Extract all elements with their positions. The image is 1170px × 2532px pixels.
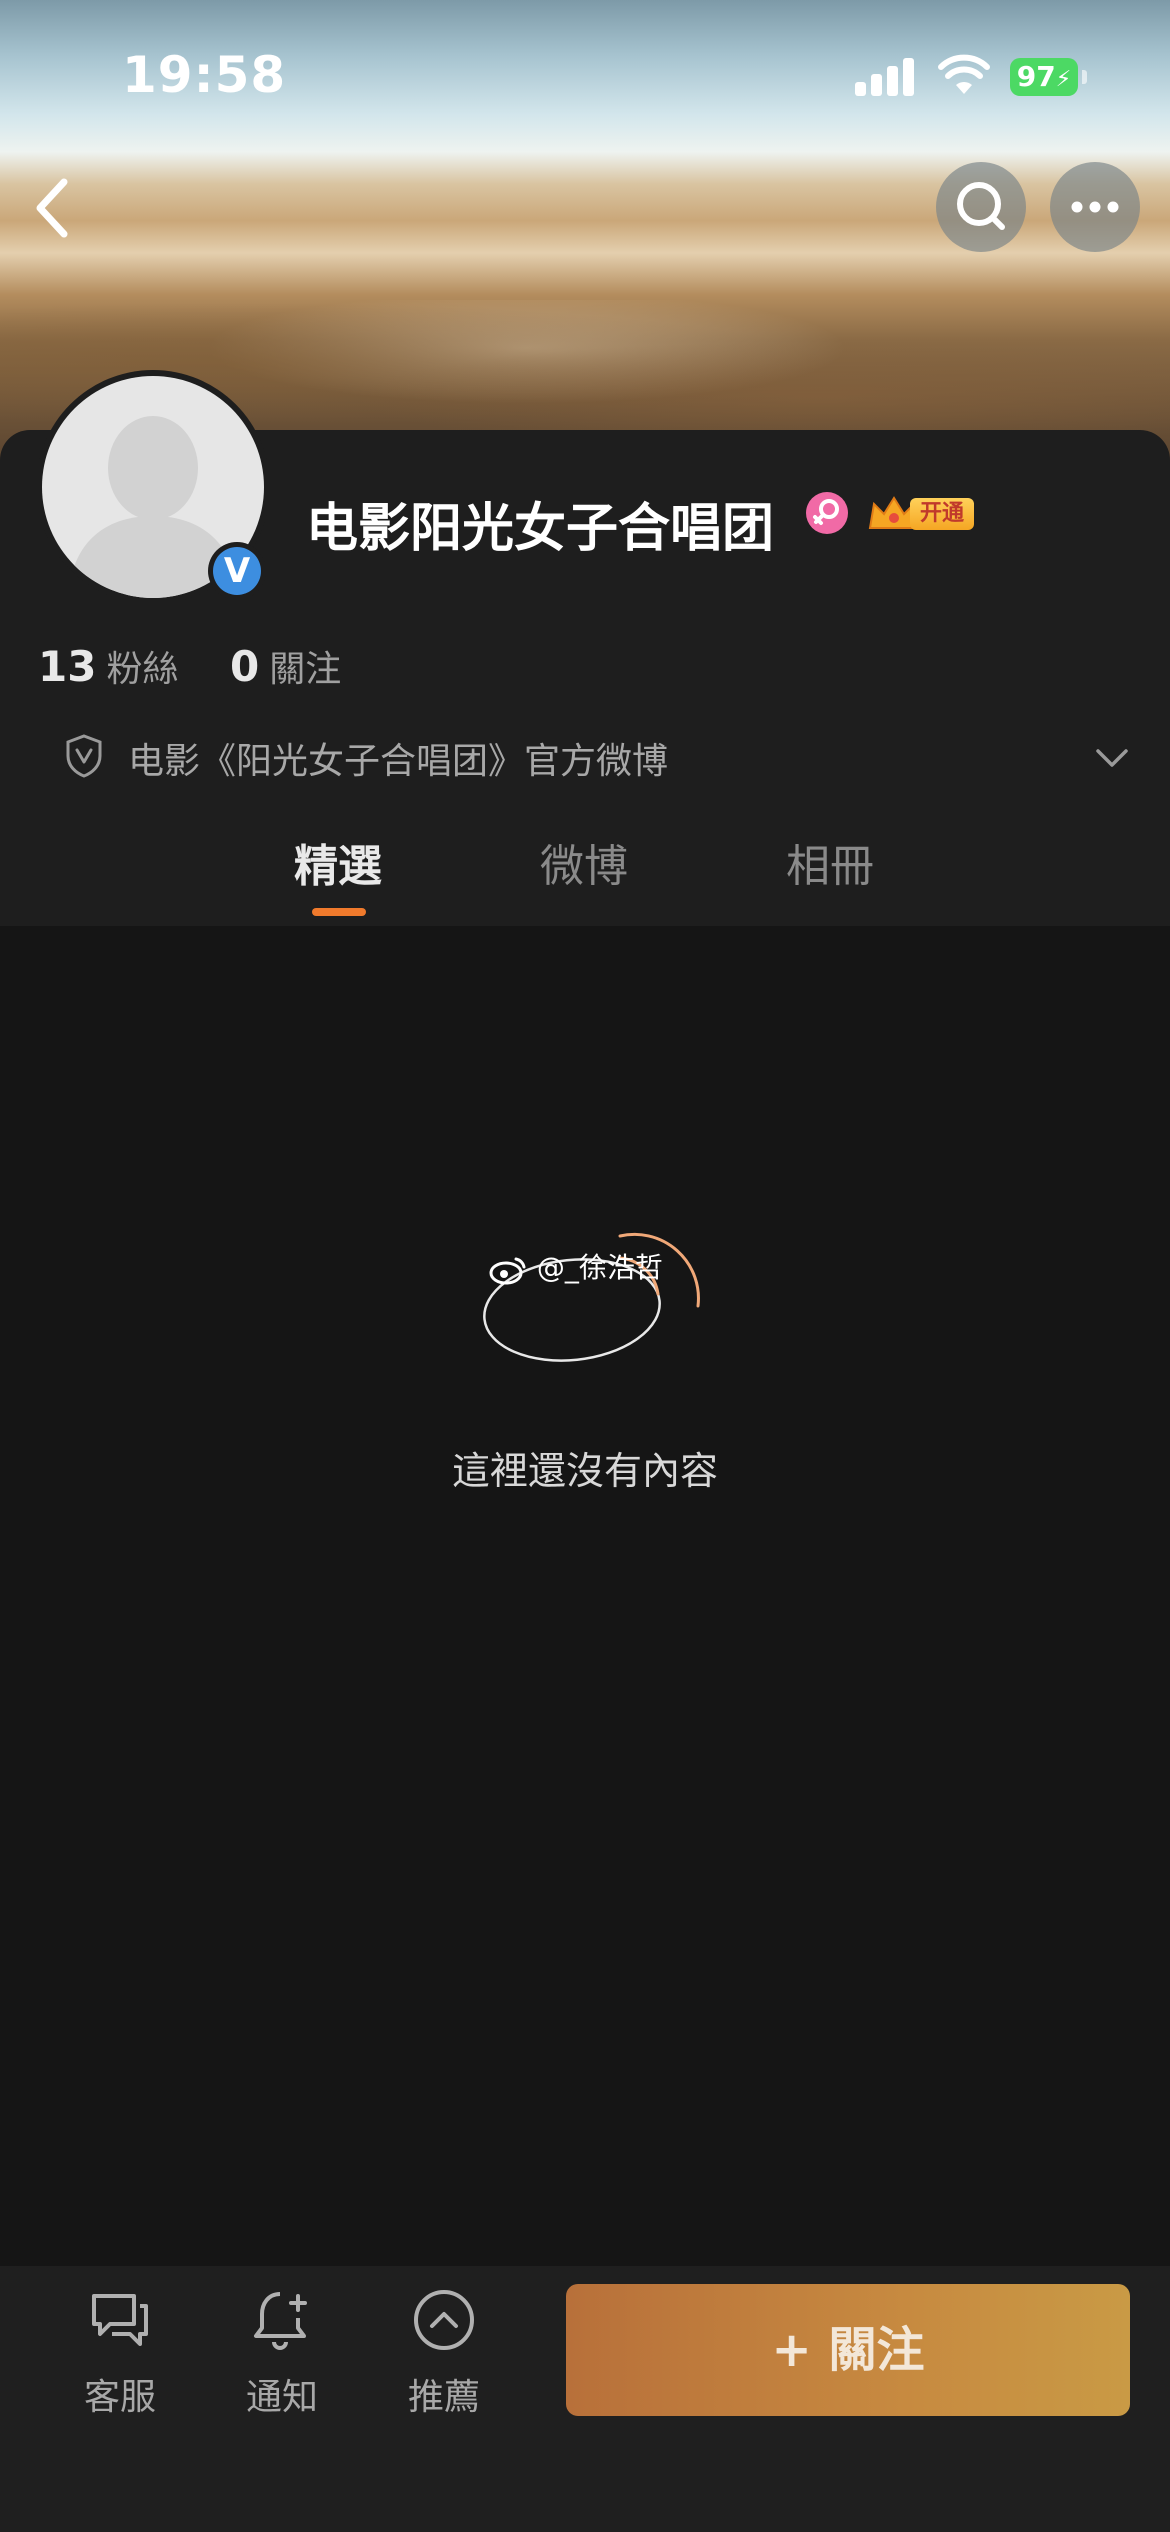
recommend-label: 推薦 (407, 2377, 480, 2418)
back-button[interactable] (28, 168, 88, 248)
profile-intro[interactable]: 电影《阳光女子合唱团》官方微博 (62, 730, 1142, 786)
customer-service-label: 客服 (83, 2377, 156, 2418)
more-button[interactable] (1050, 162, 1140, 252)
more-dots-icon (1071, 201, 1119, 213)
empty-state-message: 這裡還沒有內容 (451, 1449, 718, 1493)
follow-button[interactable]: + 關注 (566, 2284, 1130, 2416)
bottom-action-bar: 客服 通知 推薦 + 關注 (0, 2266, 1170, 2532)
chevron-up-circle-icon (414, 2290, 474, 2350)
followers-stat[interactable]: 13 粉絲 (38, 642, 179, 691)
watermark-text: @_徐浩哲 (536, 1251, 663, 1284)
search-button[interactable] (936, 162, 1026, 252)
following-stat[interactable]: 0 關注 (230, 640, 341, 692)
vip-open-label: 开通 (910, 498, 975, 530)
notification-button[interactable]: 通知 (222, 2288, 342, 2418)
active-tab-indicator (312, 908, 366, 916)
wifi-icon (938, 54, 990, 94)
chevron-down-icon[interactable] (1092, 738, 1132, 778)
status-bar: 19:58 97⚡ (0, 0, 1170, 150)
following-label: 關注 (269, 649, 342, 690)
vip-open-badge[interactable]: 开通 (866, 494, 978, 534)
following-count: 0 (230, 642, 260, 691)
verified-v-icon: V (213, 547, 261, 595)
tab-featured[interactable]: 精選 (294, 830, 382, 894)
notification-label: 通知 (245, 2377, 318, 2418)
profile-stats: 13 粉絲 0 關注 (38, 640, 341, 696)
battery-level: 97 (1016, 60, 1056, 93)
intro-text: 电影《阳光女子合唱团》官方微博 (128, 741, 669, 782)
profile-tabs: 精選 微博 相冊 (0, 820, 1170, 926)
recommend-button[interactable]: 推薦 (384, 2288, 504, 2418)
charging-icon: ⚡ (1055, 67, 1072, 92)
profile-name: 电影阳光女子合唱团 (306, 499, 775, 559)
followers-label: 粉絲 (106, 649, 179, 690)
battery-indicator: 97⚡ (1010, 58, 1078, 96)
chat-icon (92, 2294, 148, 2346)
tab-album[interactable]: 相冊 (786, 830, 874, 894)
status-time: 19:58 (122, 46, 287, 104)
female-gender-icon (806, 492, 848, 534)
search-icon (957, 182, 1005, 230)
tab-weibo[interactable]: 微博 (540, 830, 628, 894)
followers-count: 13 (38, 642, 97, 691)
shield-verified-icon (66, 734, 102, 778)
weibo-logo-icon (489, 1257, 526, 1285)
customer-service-button[interactable]: 客服 (60, 2288, 180, 2418)
verified-badge: V (208, 542, 266, 600)
signal-icon (855, 56, 915, 96)
watermark: @_徐浩哲 (488, 1246, 663, 1286)
bell-plus-icon (254, 2292, 307, 2350)
battery-tip (1082, 70, 1087, 84)
